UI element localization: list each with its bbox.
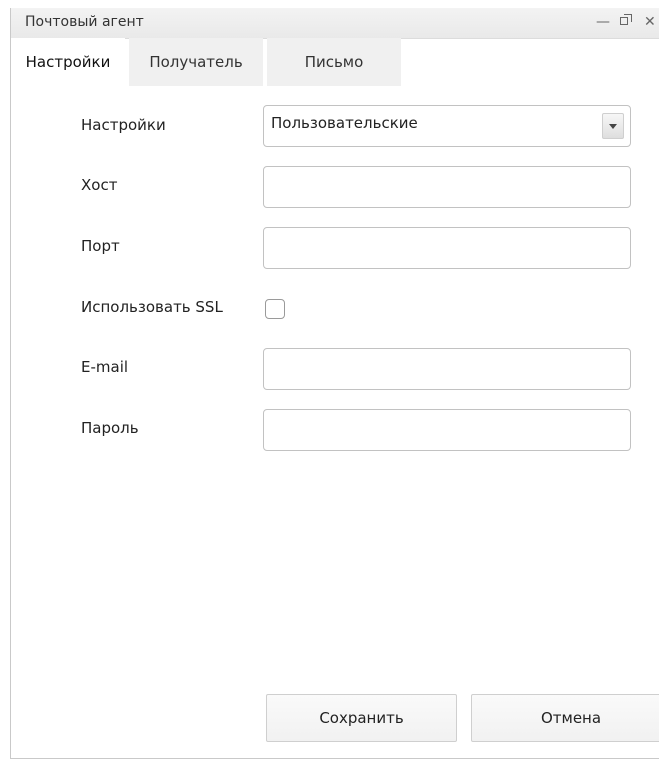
chevron-down-icon[interactable] [602,113,624,139]
settings-select-value: Пользовательские [271,114,418,132]
host-label: Хост [81,176,118,194]
close-icon[interactable]: ✕ [644,13,656,31]
email-label: E-mail [81,358,129,376]
save-button[interactable]: Сохранить [266,694,457,742]
ssl-checkbox[interactable] [265,299,285,319]
port-label: Порт [81,237,120,255]
tab-recipient[interactable]: Получатель [129,38,263,86]
password-label: Пароль [81,419,139,437]
tab-letter[interactable]: Письмо [267,38,401,86]
cancel-button[interactable]: Отмена [471,694,659,742]
host-input[interactable] [263,166,631,208]
settings-select[interactable]: Пользовательские [263,105,631,147]
password-input[interactable] [263,409,631,451]
settings-label: Настройки [81,116,166,134]
window-title: Почтовый агент [25,14,144,30]
tab-settings[interactable]: Настройки [11,38,125,86]
restore-icon[interactable] [620,13,632,31]
mail-agent-window: Почтовый агент — ✕ Настройки Получатель … [10,8,659,759]
title-bar: Почтовый агент — ✕ [11,8,659,39]
port-input[interactable] [263,227,631,269]
email-input[interactable] [263,348,631,390]
ssl-label: Использовать SSL [81,298,223,316]
minimize-icon[interactable]: — [596,13,610,31]
tab-bar: Настройки Получатель Письмо [11,38,659,86]
